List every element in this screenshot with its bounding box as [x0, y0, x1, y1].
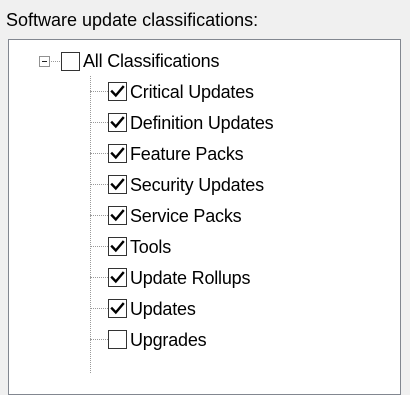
tree-node-label: Upgrades: [130, 329, 207, 350]
tree-connector: [90, 246, 108, 247]
tree-node-label: Feature Packs: [130, 143, 244, 164]
tree-node-all-classifications[interactable]: All Classifications: [39, 48, 219, 74]
tree-connector: [51, 60, 60, 62]
tree-node-label: Tools: [130, 236, 172, 257]
classification-children: Critical Updates Definition Updates Feat…: [90, 76, 274, 355]
tree-node-service-packs[interactable]: Service Packs: [90, 200, 274, 231]
tree-node-updates[interactable]: Updates: [90, 293, 274, 324]
tree-node-feature-packs[interactable]: Feature Packs: [90, 138, 274, 169]
tree-connector: [90, 339, 108, 340]
tree-connector: [90, 277, 108, 278]
checkbox-feature-packs[interactable]: [108, 144, 127, 163]
tree-connector: [90, 308, 108, 309]
tree-node-label: Update Rollups: [130, 267, 251, 288]
tree-node-critical-updates[interactable]: Critical Updates: [90, 76, 274, 107]
checkmark-icon: [110, 271, 125, 284]
tree-connector: [90, 153, 108, 154]
tree-node-label: Updates: [130, 298, 196, 319]
checkbox-critical-updates[interactable]: [108, 82, 127, 101]
tree-node-tools[interactable]: Tools: [90, 231, 274, 262]
tree-connector: [90, 184, 108, 185]
checkbox-service-packs[interactable]: [108, 206, 127, 225]
checkbox-tools[interactable]: [108, 237, 127, 256]
checkbox-all-classifications[interactable]: [61, 51, 80, 71]
checkmark-icon: [110, 240, 125, 253]
checkbox-update-rollups[interactable]: [108, 268, 127, 287]
classifications-tree[interactable]: All Classifications Critical Updates Def…: [8, 39, 401, 395]
tree-node-upgrades[interactable]: Upgrades: [90, 324, 274, 355]
checkmark-icon: [110, 178, 125, 191]
checkbox-updates[interactable]: [108, 299, 127, 318]
tree-node-security-updates[interactable]: Security Updates: [90, 169, 274, 200]
tree-node-definition-updates[interactable]: Definition Updates: [90, 107, 274, 138]
checkmark-icon: [110, 147, 125, 160]
checkmark-icon: [110, 302, 125, 315]
checkbox-security-updates[interactable]: [108, 175, 127, 194]
checkmark-icon: [110, 85, 125, 98]
tree-node-update-rollups[interactable]: Update Rollups: [90, 262, 274, 293]
classifications-group-label: Software update classifications:: [6, 10, 259, 30]
tree-connector: [90, 91, 108, 92]
tree-node-label: All Classifications: [83, 51, 220, 71]
tree-connector: [90, 122, 108, 123]
checkbox-definition-updates[interactable]: [108, 113, 127, 132]
checkbox-upgrades[interactable]: [108, 330, 127, 349]
checkmark-icon: [110, 116, 125, 129]
tree-node-label: Definition Updates: [130, 112, 274, 133]
tree-node-label: Service Packs: [130, 205, 242, 226]
tree-node-label: Security Updates: [130, 174, 264, 195]
tree-connector: [90, 215, 108, 216]
checkmark-icon: [110, 209, 125, 222]
collapse-toggle-icon[interactable]: [39, 55, 50, 67]
tree-node-label: Critical Updates: [130, 81, 254, 102]
